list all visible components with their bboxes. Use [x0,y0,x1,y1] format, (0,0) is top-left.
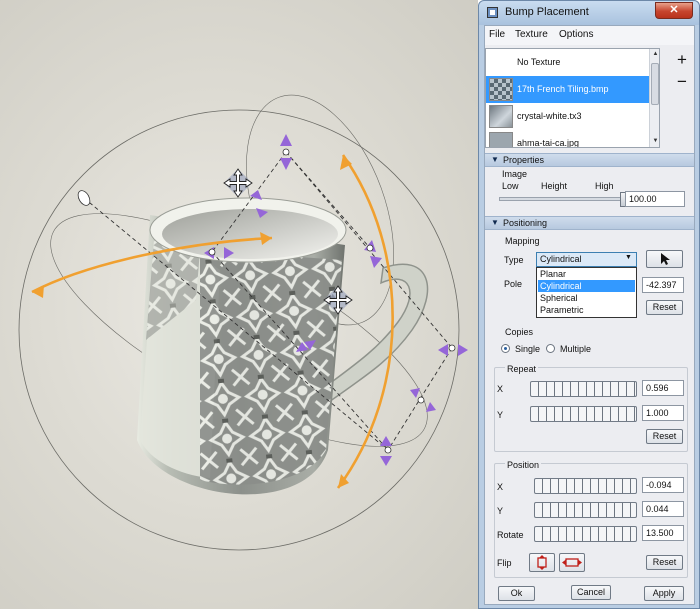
copies-single-label: Single [515,344,541,354]
menu-bar: File Texture Options [485,26,694,45]
chevron-down-icon: ▼ [625,254,632,261]
repeat-x-label: X [497,384,504,394]
3d-viewport[interactable] [0,0,478,609]
position-y-label: Y [497,506,504,516]
mapping-type-select[interactable]: Cylindrical ▼ [536,252,637,267]
repeat-x-value-field[interactable]: 0.596 [642,380,684,396]
position-y-value-field[interactable]: 0.044 [642,501,684,517]
height-slider[interactable] [499,197,623,201]
window-icon [487,7,498,18]
texture-item-french-tiling[interactable]: 17th French Tiling.bmp [486,76,649,103]
texture-item-ahma[interactable]: ahma-tai-ca.jpg [486,130,649,148]
close-button[interactable]: ✕ [655,2,693,19]
positioning-header-label: Positioning [503,218,548,228]
type-label: Type [504,255,524,265]
window-title: Bump Placement [505,6,589,18]
menu-options[interactable]: Options [559,29,593,40]
height-label: Height [541,181,568,191]
remove-texture-button[interactable]: − [675,72,689,92]
flip-vertical-button[interactable] [529,553,555,572]
properties-header-label: Properties [503,155,545,165]
texture-item-label: 17th French Tiling.bmp [517,84,609,94]
repeat-y-value-field[interactable]: 1.000 [642,405,684,421]
position-rotate-jog[interactable] [534,526,637,542]
position-rotate-value-field[interactable]: 13.500 [642,525,684,541]
scroll-down-icon[interactable]: ▼ [651,137,659,146]
dropdown-option-cylindrical[interactable]: Cylindrical [538,280,635,292]
position-label: Position [505,460,542,470]
copies-label: Copies [505,327,534,337]
apply-button[interactable]: Apply [644,586,684,601]
texture-list-scrollbar[interactable]: ▲ ▼ [649,49,659,147]
image-label: Image [502,169,528,179]
texture-list[interactable]: No Texture 17th French Tiling.bmp crysta… [485,48,660,148]
flip-horizontal-button[interactable] [559,553,585,572]
copies-multiple-radio[interactable] [546,344,555,353]
texture-item-label: No Texture [517,57,561,67]
cursor-arrow-icon [660,253,670,265]
pole-reset-button[interactable]: Reset [646,300,683,315]
position-rotate-label: Rotate [497,530,524,540]
bump-placement-window: Bump Placement ✕ File Texture Options No… [478,0,700,609]
mapping-label: Mapping [505,236,540,246]
texture-thumbnail [489,78,513,101]
collapse-triangle-icon: ▼ [491,155,499,164]
texture-item-label: crystal-white.tx3 [517,111,582,121]
position-x-label: X [497,482,504,492]
menu-texture[interactable]: Texture [515,29,548,40]
dropdown-option-parametric[interactable]: Parametric [538,304,635,316]
move-gizmo-top[interactable] [223,168,253,198]
position-reset-button[interactable]: Reset [646,555,683,570]
add-texture-button[interactable]: + [675,50,689,70]
height-value-field[interactable]: 100.00 [625,191,685,207]
texture-thumbnail [489,105,513,128]
position-x-jog[interactable] [534,478,637,494]
title-bar[interactable]: Bump Placement ✕ [479,1,699,25]
dropdown-option-planar[interactable]: Planar [538,268,635,280]
repeat-label: Repeat [505,364,539,374]
mapping-type-dropdown[interactable]: Planar Cylindrical Spherical Parametric [536,267,637,318]
scroll-thumb[interactable] [651,63,659,105]
scene-canvas[interactable] [0,0,478,609]
pick-pointer-button[interactable] [646,250,683,268]
ok-button[interactable]: Ok [498,586,535,601]
pole-label: Pole [504,279,523,289]
texture-item-crystal-white[interactable]: crystal-white.tx3 [486,103,649,130]
positioning-section-header[interactable]: ▼ Positioning [485,216,694,230]
menu-file[interactable]: File [489,29,505,40]
repeat-y-label: Y [497,410,504,420]
flip-vertical-icon [537,555,547,570]
properties-section-header[interactable]: ▼ Properties [485,153,694,167]
flip-horizontal-icon [562,558,582,567]
dropdown-option-spherical[interactable]: Spherical [538,292,635,304]
texture-item-no-texture[interactable]: No Texture [486,49,649,76]
copies-single-radio[interactable] [501,344,510,353]
repeat-x-jog[interactable] [530,381,637,397]
repeat-reset-button[interactable]: Reset [646,429,683,444]
flip-label: Flip [497,558,512,568]
cancel-button[interactable]: Cancel [571,585,611,600]
position-y-jog[interactable] [534,502,637,518]
high-label: High [595,181,614,191]
window-content: File Texture Options No Texture 17th Fre… [484,25,695,605]
repeat-y-jog[interactable] [530,406,637,422]
copies-multiple-label: Multiple [560,344,592,354]
texture-thumbnail [489,132,513,147]
position-x-value-field[interactable]: -0.094 [642,477,684,493]
mapping-type-value: Cylindrical [540,254,582,264]
texture-item-label: ahma-tai-ca.jpg [517,138,580,148]
low-label: Low [502,181,519,191]
pole-value-field[interactable]: -42.397 [642,277,684,293]
scroll-up-icon[interactable]: ▲ [651,50,659,59]
collapse-triangle-icon: ▼ [491,218,499,227]
